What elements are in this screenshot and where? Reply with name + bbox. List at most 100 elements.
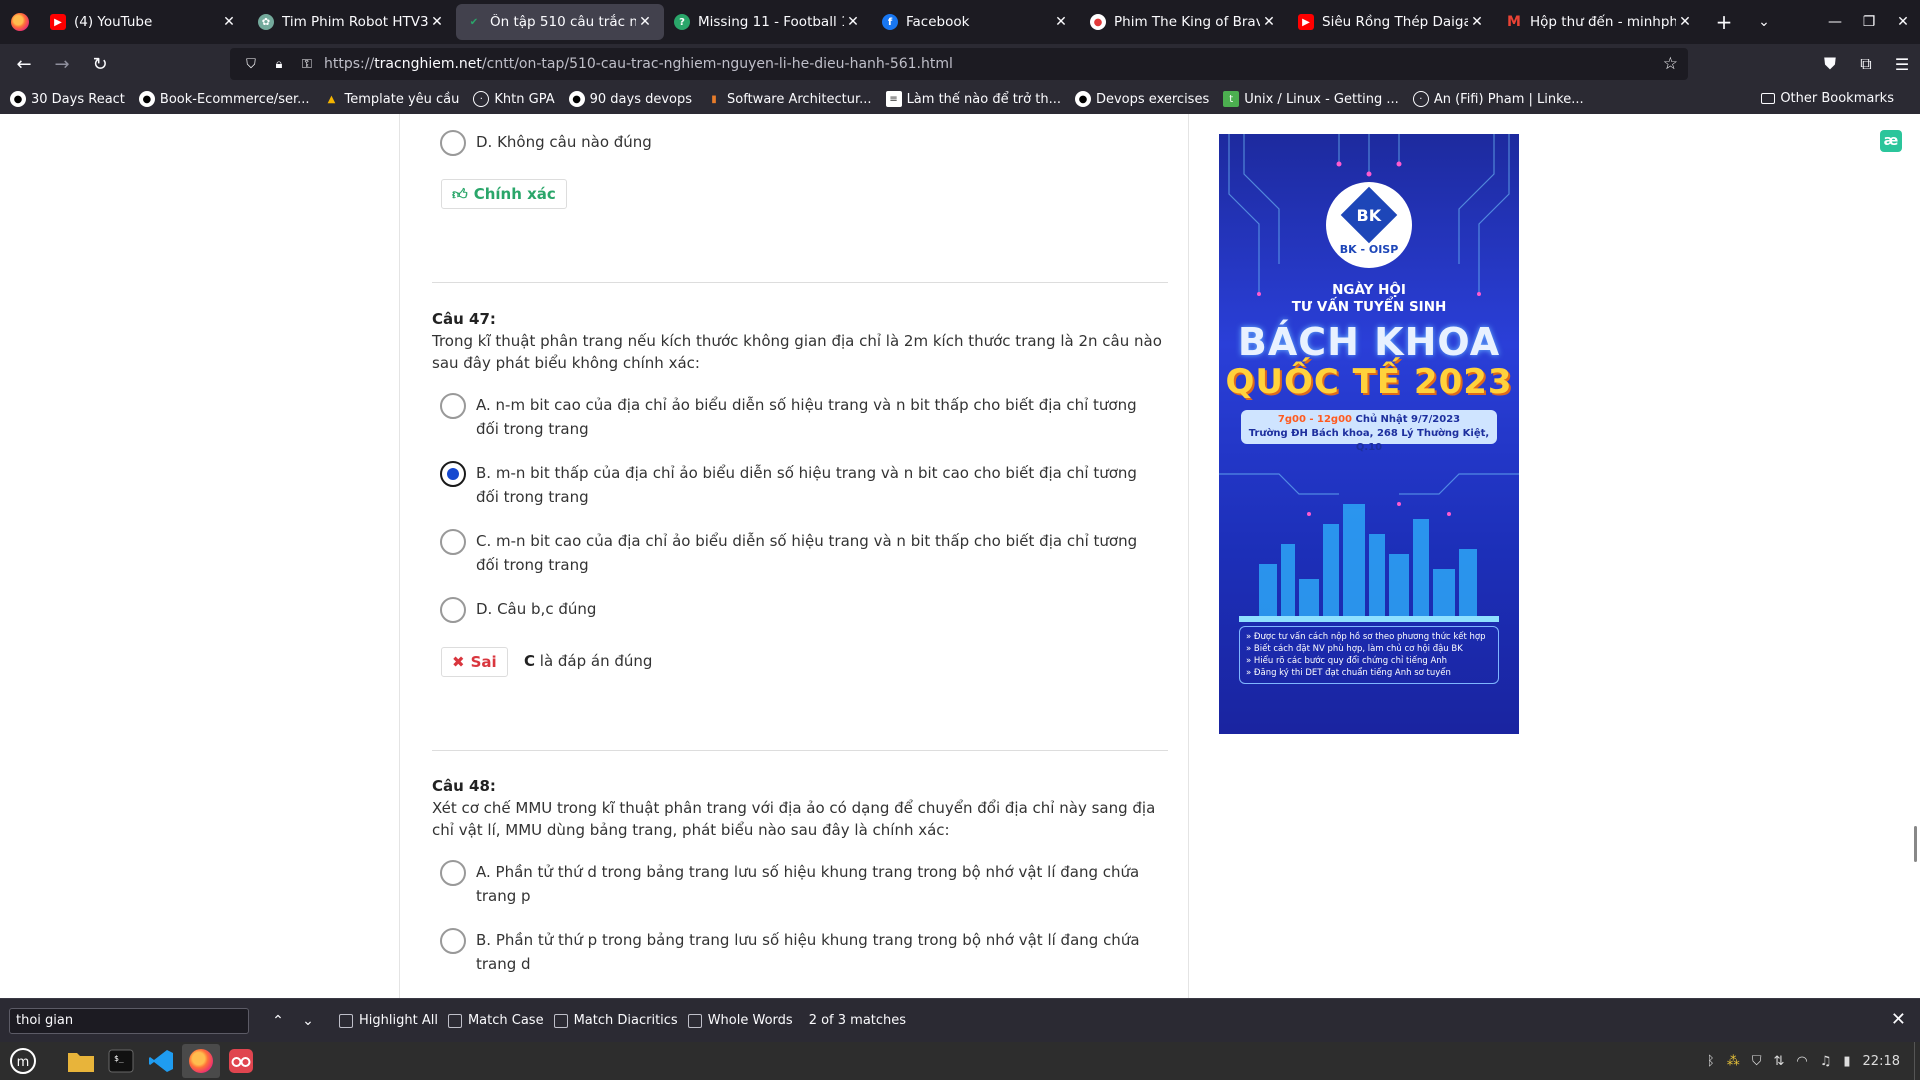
vscode-icon[interactable]	[142, 1044, 180, 1078]
scrollbar-thumb[interactable]	[1914, 826, 1917, 862]
radio-button[interactable]	[440, 597, 466, 623]
q48-option-a[interactable]: A. Phần tử thứ d trong bảng trang lưu số…	[440, 860, 1140, 908]
shield-update-icon[interactable]: ⛉	[1752, 1054, 1762, 1069]
q47-option-b[interactable]: B. m-n bit thấp của địa chỉ ảo biểu diễn…	[440, 461, 1140, 509]
bookmark-item[interactable]: ▲ Template yêu cầu	[324, 91, 460, 107]
close-tab-icon[interactable]: ✕	[1468, 14, 1486, 30]
extensions-icon[interactable]: ⧉	[1848, 48, 1884, 80]
checkbox[interactable]	[553, 1013, 568, 1028]
tab-missing-11[interactable]: ? Missing 11 - Football 11 \ ✕	[664, 4, 872, 40]
thumbs-up-icon: 👍︎	[452, 184, 468, 203]
tab-on-tap[interactable]: ✔ Ôn tập 510 câu trắc nghi ✕	[456, 4, 664, 40]
reload-icon[interactable]: ↻	[82, 48, 118, 80]
ad-heading: NGÀY HỘI TƯ VẤN TUYỂN SINH	[1219, 282, 1519, 316]
find-next-chevron-down-icon[interactable]: ⌄	[293, 1007, 323, 1035]
bookmark-item[interactable]: ▮ Software Architectur...	[706, 91, 872, 107]
close-tab-icon[interactable]: ✕	[1676, 14, 1694, 30]
checkbox-label: Whole Words	[707, 1013, 793, 1028]
checkbox[interactable]	[339, 1013, 353, 1028]
q47-option-d[interactable]: D. Câu b,c đúng	[440, 597, 1140, 623]
q47-option-a[interactable]: A. n-m bit cao của địa chỉ ảo biểu diễn …	[440, 393, 1140, 441]
radio-button[interactable]	[440, 529, 466, 555]
answer-letter: C	[524, 652, 536, 670]
pocket-icon[interactable]: ⛊	[1812, 48, 1848, 80]
close-find-bar-icon[interactable]: ✕	[1891, 1009, 1906, 1030]
match-case-checkbox[interactable]: Match Case	[447, 1013, 544, 1028]
bookmark-item[interactable]: ● Devops exercises	[1074, 91, 1209, 107]
firefox-taskbar-icon[interactable]	[182, 1044, 220, 1078]
checkbox[interactable]	[447, 1013, 462, 1028]
advertisement-banner[interactable]: BK BK - OISP NGÀY HỘI TƯ VẤN TUYỂN SINH …	[1219, 134, 1519, 734]
svg-text:m: m	[17, 1055, 30, 1070]
bookmark-star-icon[interactable]: ☆	[1663, 54, 1678, 74]
sound-icon[interactable]: ♫	[1820, 1054, 1832, 1069]
radio-button[interactable]	[440, 860, 466, 886]
bookmark-item[interactable]: ≡ Làm thế nào để trở th...	[885, 91, 1061, 107]
match-diacritics-checkbox[interactable]: Match Diacritics	[553, 1013, 678, 1028]
os-taskbar: m $_ ᛒ ⁂ ⛉ ⇅ ◠ ♫ ▮ 22:18	[0, 1042, 1920, 1080]
browser-glasses-icon[interactable]	[222, 1044, 260, 1078]
bookmark-item[interactable]: · An (Fifi) Pham | Linke...	[1412, 91, 1584, 107]
whole-words-checkbox[interactable]: Whole Words	[687, 1013, 793, 1028]
list-all-tabs-chevron-icon[interactable]: ⌄	[1744, 0, 1784, 44]
radio-button[interactable]	[440, 393, 466, 419]
close-tab-icon[interactable]: ✕	[220, 14, 238, 30]
close-tab-icon[interactable]: ✕	[1052, 14, 1070, 30]
bookmark-label: Book-Ecommerce/ser...	[159, 91, 310, 107]
bookmark-item[interactable]: ● 90 days devops	[568, 91, 692, 107]
new-tab-button[interactable]: +	[1704, 0, 1744, 44]
bookmark-item[interactable]: · Khtn GPA	[473, 91, 555, 107]
bookmark-label: Software Architectur...	[727, 91, 872, 107]
prev-option-d[interactable]: D. Không câu nào đúng	[440, 130, 1140, 156]
q47-option-c[interactable]: C. m-n bit cao của địa chỉ ảo biểu diễn …	[440, 529, 1140, 577]
lock-icon[interactable]: 🔒︎	[268, 57, 290, 72]
back-arrow-icon[interactable]: ←	[6, 48, 42, 80]
find-input[interactable]	[9, 1007, 249, 1034]
bookmark-item[interactable]: ● 30 Days React	[10, 91, 125, 107]
address-bar[interactable]: ⛉ 🔒︎ ⚿ https://tracnghiem.net/cntt/on-ta…	[230, 48, 1688, 80]
other-bookmarks[interactable]: Other Bookmarks	[1761, 91, 1894, 106]
ad-date: Chủ Nhật 9/7/2023	[1352, 414, 1461, 425]
restore-icon[interactable]: ❐	[1852, 0, 1886, 44]
terminal-icon[interactable]: $_	[102, 1044, 140, 1078]
radio-button-selected[interactable]	[440, 461, 466, 487]
minimize-icon[interactable]: —	[1818, 0, 1852, 44]
bookmark-item[interactable]: t Unix / Linux - Getting ...	[1223, 91, 1399, 107]
battery-icon[interactable]: ▮	[1843, 1054, 1850, 1069]
forward-arrow-icon[interactable]: →	[44, 48, 80, 80]
tab-facebook[interactable]: f Facebook ✕	[872, 4, 1080, 40]
mint-menu-icon[interactable]: m	[4, 1044, 42, 1078]
firefox-menu-icon[interactable]	[0, 0, 40, 44]
highlight-all-checkbox[interactable]: Highlight All	[339, 1013, 438, 1028]
tab-youtube[interactable]: ▶ (4) YouTube ✕	[40, 4, 248, 40]
bookmark-item[interactable]: ● Book-Ecommerce/ser...	[138, 91, 310, 107]
q48-option-b[interactable]: B. Phần tử thứ p trong bảng trang lưu số…	[440, 928, 1140, 976]
radio-button[interactable]	[440, 928, 466, 954]
find-previous-chevron-up-icon[interactable]: ⌃	[263, 1007, 293, 1035]
permissions-key-icon[interactable]: ⚿	[296, 57, 318, 72]
tab-robot[interactable]: ✿ Tim Phim Robot HTV3 ✕	[248, 4, 456, 40]
close-tab-icon[interactable]: ✕	[636, 14, 654, 30]
bluetooth-icon[interactable]: ᛒ	[1707, 1054, 1715, 1069]
close-tab-icon[interactable]: ✕	[844, 14, 862, 30]
close-tab-icon[interactable]: ✕	[1260, 14, 1278, 30]
menu-hamburger-icon[interactable]: ☰	[1884, 48, 1920, 80]
clock[interactable]: 22:18	[1863, 1054, 1900, 1069]
question-48: Câu 48: Xét cơ chế MMU trong kĩ thuật ph…	[432, 777, 1172, 841]
checkbox[interactable]	[687, 1013, 702, 1028]
tab-gmail[interactable]: M Hộp thư đến - minhphat ✕	[1496, 4, 1704, 40]
tab-king-of-braves[interactable]: ● Phim The King of Braves ✕	[1080, 4, 1288, 40]
close-tab-icon[interactable]: ✕	[428, 14, 446, 30]
extension-ae-icon[interactable]: æ	[1880, 130, 1902, 152]
close-window-icon[interactable]: ✕	[1886, 0, 1920, 44]
tab-daigand[interactable]: ▶ Siêu Rồng Thép Daigand ✕	[1288, 4, 1496, 40]
shield-icon[interactable]: ⛉	[240, 57, 262, 72]
radio-button[interactable]	[440, 130, 466, 156]
question-47: Câu 47: Trong kĩ thuật phân trang nếu kí…	[432, 310, 1172, 374]
network-icon[interactable]: ⇅	[1773, 1054, 1784, 1069]
wifi-icon[interactable]: ◠	[1796, 1054, 1807, 1069]
show-desktop-button[interactable]	[1914, 1042, 1920, 1080]
files-folder-icon[interactable]	[62, 1044, 100, 1078]
ad-bullets: » Được tư vấn cách nộp hồ sơ theo phương…	[1239, 626, 1499, 684]
apps-grid-icon[interactable]: ⁂	[1727, 1054, 1740, 1069]
